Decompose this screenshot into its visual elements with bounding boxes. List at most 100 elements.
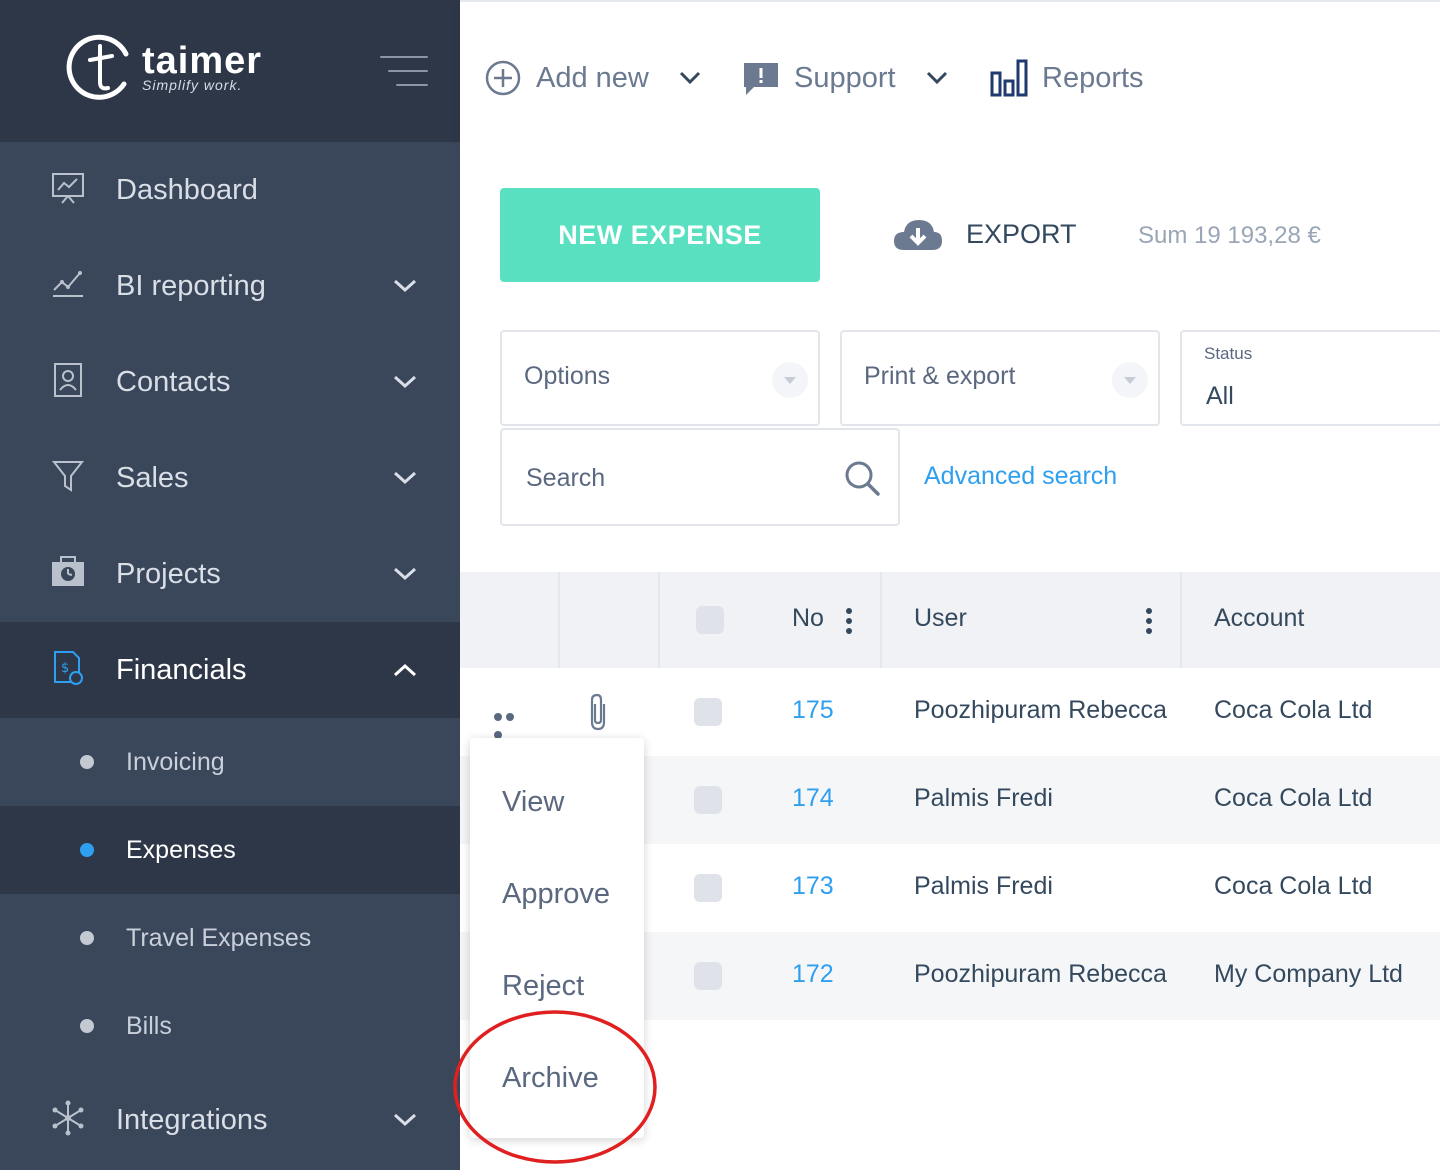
status-select[interactable]: Status All [1180,330,1440,426]
chevron-down-icon [393,567,417,581]
row-user: Palmis Fredi [914,872,1053,900]
top-bar: Add new Support Reports [460,0,1440,142]
search-icon[interactable] [842,458,882,498]
dashboard-icon [52,173,84,204]
row-user: Poozhipuram Rebecca [914,696,1167,724]
chevron-down-icon [393,279,417,293]
paperclip-icon[interactable] [586,692,610,732]
line-chart-icon [53,271,83,297]
sidebar-subitem-label: Travel Expenses [126,923,312,952]
contacts-book-icon [54,363,82,397]
support-label: Support [794,61,896,94]
chevron-down-icon [679,71,700,85]
bar-chart-icon [990,59,1028,97]
sidebar-item-label: Financials [116,653,247,686]
bullet-dot [80,1019,94,1033]
reports-label: Reports [1042,61,1144,94]
row-account: Coca Cola Ltd [1214,872,1373,900]
add-new-label: Add new [536,61,649,94]
sidebar-header: taimer Simplify work. [0,0,460,142]
sidebar-subitem-label: Expenses [126,835,236,864]
caret-down-icon [772,362,808,398]
row-user: Poozhipuram Rebecca [914,960,1167,988]
sidebar: taimer Simplify work. Dashboard BI repor… [0,0,460,1170]
sidebar-item-label: Projects [116,557,221,590]
sum-total: Sum 19 193,28 € [1138,222,1321,249]
row-checkbox[interactable] [694,786,722,814]
sidebar-subitem-label: Bills [126,1011,172,1040]
sidebar-item-label: Integrations [116,1103,268,1136]
sidebar-item-label: Contacts [116,365,231,398]
column-header-user[interactable]: User [914,604,967,633]
sidebar-item-label: BI reporting [116,269,266,302]
taimer-logo-icon [66,34,129,100]
sidebar-item-label: Dashboard [116,173,258,206]
plus-circle-icon [485,60,521,96]
sidebar-item-dashboard[interactable]: Dashboard [0,142,460,238]
cloud-download-icon [894,220,942,250]
support-button[interactable]: Support [742,54,948,102]
row-account: Coca Cola Ltd [1214,696,1373,724]
logo[interactable]: taimer Simplify work. [64,32,262,104]
search-placeholder: Search [526,464,606,492]
advanced-search-link[interactable]: Advanced search [924,462,1117,491]
briefcase-clock-icon [52,556,84,586]
sidebar-item-label: Sales [116,461,189,494]
expense-number-link[interactable]: 172 [792,960,834,989]
column-header-account[interactable]: Account [1214,604,1304,633]
expense-number-link[interactable]: 174 [792,784,834,813]
select-all-checkbox[interactable] [696,606,724,634]
svg-text:$: $ [61,661,69,676]
options-label: Options [524,362,611,390]
sidebar-item-bi-reporting[interactable]: BI reporting [0,238,460,334]
search-input[interactable]: Search [500,428,900,526]
chevron-up-icon [393,663,417,677]
caret-down-icon [1112,362,1148,398]
print-export-label: Print & export [864,362,1016,390]
table-header: No User Account [460,572,1440,668]
reports-button[interactable]: Reports [990,54,1144,102]
sidebar-subitem-invoicing[interactable]: Invoicing [0,718,460,806]
menu-item-approve[interactable]: Approve [502,878,610,911]
bullet-dot [80,755,94,769]
export-button[interactable]: EXPORT [892,214,1077,254]
bullet-dot [80,931,94,945]
column-menu-icon[interactable] [1146,608,1152,634]
sidebar-item-integrations[interactable]: Integrations [0,1072,460,1168]
hamburger-menu-icon[interactable] [380,56,428,90]
chevron-down-icon [926,71,947,85]
invoice-icon: $ [54,651,83,685]
row-checkbox[interactable] [694,698,722,726]
row-account: My Company Ltd [1214,960,1403,988]
menu-item-view[interactable]: View [502,786,564,819]
row-checkbox[interactable] [694,962,722,990]
column-header-no[interactable]: No [792,604,824,633]
sidebar-subitem-label: Invoicing [126,747,225,776]
status-value: All [1206,382,1234,410]
sidebar-subitem-bills[interactable]: Bills [0,982,460,1070]
sidebar-subitem-expenses[interactable]: Expenses [0,806,460,894]
bullet-dot [80,843,94,857]
sidebar-subitem-travel-expenses[interactable]: Travel Expenses [0,894,460,982]
sidebar-item-projects[interactable]: Projects [0,526,460,622]
new-expense-button[interactable]: NEW EXPENSE [500,188,820,282]
column-menu-icon[interactable] [846,608,852,634]
print-export-dropdown[interactable]: Print & export [840,330,1160,426]
options-dropdown[interactable]: Options [500,330,820,426]
export-label: EXPORT [966,218,1077,249]
expense-number-link[interactable]: 175 [792,696,834,725]
menu-item-archive[interactable]: Archive [502,1062,599,1095]
sidebar-item-contacts[interactable]: Contacts [0,334,460,430]
chevron-down-icon [393,471,417,485]
add-new-button[interactable]: Add new [484,54,701,102]
row-checkbox[interactable] [694,874,722,902]
integrations-icon [52,1100,84,1136]
expense-number-link[interactable]: 173 [792,872,834,901]
sidebar-item-financials[interactable]: $ Financials [0,622,460,718]
sidebar-item-sales[interactable]: Sales [0,430,460,526]
row-user: Palmis Fredi [914,784,1053,812]
row-actions-icon[interactable] [494,708,528,739]
menu-item-reject[interactable]: Reject [502,970,584,1003]
row-account: Coca Cola Ltd [1214,784,1373,812]
funnel-icon [51,461,85,492]
